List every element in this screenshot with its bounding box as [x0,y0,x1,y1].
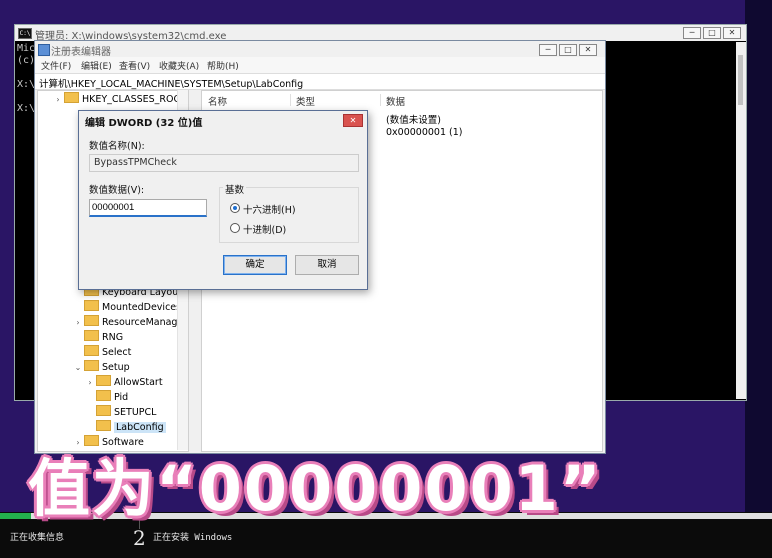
menu-help[interactable]: 帮助(H) [207,59,239,72]
setup-step-collecting: 正在收集信息 [10,533,65,543]
tree-item-label: AllowStart [114,377,163,388]
cmd-scrollbar-thumb[interactable] [738,55,743,105]
hex-radio-label[interactable]: 十六进制(H) [243,202,296,216]
caption-overlay: 值为“00000001” [28,452,603,525]
edit-dword-dialog[interactable]: 编辑 DWORD (32 位)值 ✕ 数值名称(N): BypassTPMChe… [78,110,368,290]
cmd-line: (c) [17,55,36,66]
folder-icon [96,390,111,401]
menu-file[interactable]: 文件(F) [41,59,71,72]
column-type-header[interactable]: 类型 [296,94,315,108]
column-divider[interactable] [380,94,381,106]
hex-radio[interactable] [230,203,240,213]
value-data: 0x00000001 (1) [386,127,463,138]
setup-step-installing: 正在安装 Windows [153,533,233,543]
tree-item-setupcl[interactable]: SETUPCL [86,405,156,419]
setup-background-edge [745,0,772,512]
tree-item-labconfig[interactable]: LabConfig [86,420,166,434]
cancel-button[interactable]: 取消 [295,255,359,275]
folder-icon [96,405,111,416]
tree-item-label: HKEY_CLASSES_ROOT [82,94,187,105]
menu-favorites[interactable]: 收藏夹(A) [159,59,199,72]
tree-item-resource-manager[interactable]: › ResourceManager [74,315,187,329]
tree-item-select[interactable]: Select [74,345,131,359]
decimal-radio[interactable] [230,223,240,233]
tree-item-label: RNG [102,332,124,343]
tree-item-label: ResourceManager [102,317,188,328]
value-name-text: BypassTPMCheck [94,157,177,168]
value-data-input[interactable] [89,199,207,217]
column-name-header[interactable]: 名称 [208,94,227,108]
menu-edit[interactable]: 编辑(E) [81,59,112,72]
regedit-icon [38,44,50,56]
tree-item-allowstart[interactable]: › AllowStart [86,375,163,389]
folder-icon [84,345,99,356]
tree-item-label: Select [102,347,132,358]
value-data-label: 数值数据(V): [89,185,145,196]
chevron-right-icon[interactable]: › [86,378,94,387]
value-name-field: BypassTPMCheck [89,154,359,172]
chevron-right-icon[interactable]: › [54,95,62,104]
folder-icon [84,300,99,311]
value-name-label: 数值名称(N): [89,141,145,152]
regedit-title: 注册表编辑器 [51,47,111,58]
cmd-line: Mic [17,43,36,54]
tree-item-label: Pid [114,392,129,403]
setup-progress-fill [0,513,31,519]
tree-item-label: MountedDevices [102,302,182,313]
value-data: (数值未设置) [386,115,441,126]
folder-icon [84,360,99,371]
folder-icon [96,375,111,386]
tree-item-label: SETUPCL [114,407,157,418]
cmd-minimize-button[interactable]: ─ [683,27,701,39]
dialog-close-button[interactable]: ✕ [343,114,363,127]
cmd-line: X:\ [17,103,36,114]
decimal-radio-label[interactable]: 十进制(D) [243,222,286,236]
cmd-line: X:\ [17,79,36,90]
folder-icon [96,420,111,431]
address-text: 计算机\HKEY_LOCAL_MACHINE\SYSTEM\Setup\LabC… [39,79,304,90]
cmd-titlebar[interactable]: C:\ 管理员: X:\windows\system32\cmd.exe ─ □… [15,25,746,42]
folder-icon [84,330,99,341]
tree-item-mounted-devices[interactable]: MountedDevices [74,300,181,314]
address-bar[interactable]: 计算机\HKEY_LOCAL_MACHINE\SYSTEM\Setup\LabC… [35,73,605,90]
folder-icon [84,315,99,326]
dialog-titlebar[interactable]: 编辑 DWORD (32 位)值 ✕ [79,111,367,129]
tree-item-label: LabConfig [114,422,166,433]
column-data-header[interactable]: 数据 [386,94,405,108]
menu-view[interactable]: 查看(V) [119,59,150,72]
regedit-menubar: 文件(F) 编辑(E) 查看(V) 收藏夹(A) 帮助(H) [35,57,605,73]
dialog-title: 编辑 DWORD (32 位)值 [85,118,203,129]
setup-step-number: 2 [133,526,146,550]
base-label: 基数 [223,182,247,196]
tree-item-hkey-classes-root[interactable]: › HKEY_CLASSES_ROOT [54,92,187,106]
cmd-close-button[interactable]: ✕ [723,27,741,39]
chevron-down-icon[interactable]: ⌄ [74,363,82,372]
tree-item-rng[interactable]: RNG [74,330,123,344]
ok-button[interactable]: 确定 [223,255,287,275]
regedit-close-button[interactable]: ✕ [579,44,597,56]
tree-item-label: Setup [102,362,130,373]
cmd-maximize-button[interactable]: □ [703,27,721,39]
chevron-right-icon[interactable]: › [74,318,82,327]
regedit-minimize-button[interactable]: ─ [539,44,557,56]
regedit-maximize-button[interactable]: □ [559,44,577,56]
folder-icon [64,92,79,103]
tree-item-setup[interactable]: ⌄ Setup [74,360,130,374]
tree-item-pid[interactable]: Pid [86,390,128,404]
column-divider[interactable] [290,94,291,106]
cmd-icon: C:\ [18,28,32,39]
